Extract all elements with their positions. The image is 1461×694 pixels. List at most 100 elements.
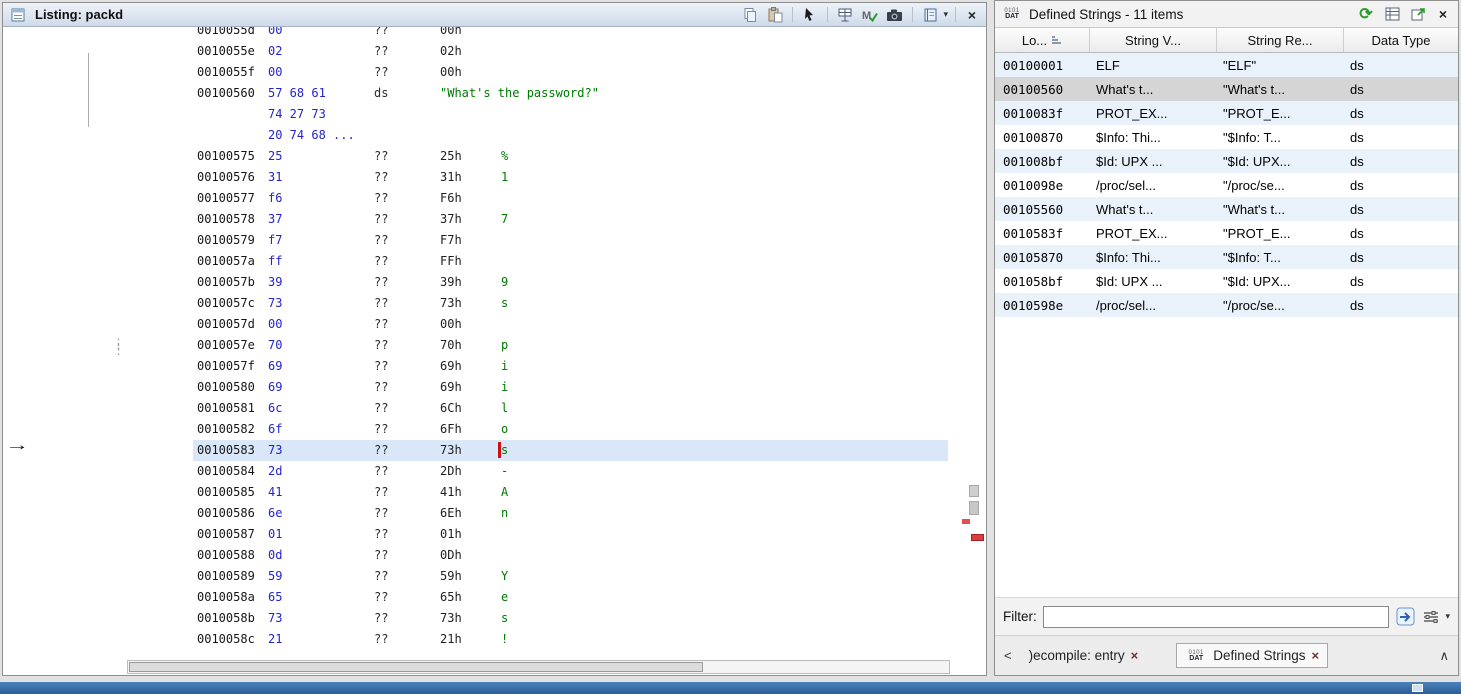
snapshot-camera-icon[interactable] <box>885 6 905 24</box>
strings-table-row[interactable]: 0010098e/proc/sel..."/proc/se...ds <box>995 173 1458 197</box>
strings-table-row[interactable]: 00105560What's t..."What's t...ds <box>995 197 1458 221</box>
pointer-icon[interactable] <box>800 6 820 24</box>
string-location: 00100001 <box>995 58 1090 73</box>
listing-operand: 01h <box>440 524 462 545</box>
strings-table-row[interactable]: 00105870$Info: Thi..."$Info: T...ds <box>995 245 1458 269</box>
listing-row[interactable]: 0010058701??01h <box>3 524 948 545</box>
listing-row[interactable]: 00100579f7??F7h <box>3 230 948 251</box>
horizontal-scrollbar-thumb[interactable] <box>129 662 703 672</box>
listing-row[interactable]: 0010057525??25h% <box>3 146 948 167</box>
taskbar-icon[interactable] <box>1412 684 1423 692</box>
field-layout-icon[interactable] <box>835 6 855 24</box>
chevron-down-icon[interactable]: ▾ <box>943 9 948 20</box>
listing-row[interactable]: 0010058a65??65he <box>3 587 948 608</box>
paste-icon[interactable] <box>765 6 785 24</box>
listing-row[interactable]: 0010057f69??69hi <box>3 356 948 377</box>
strings-table-row[interactable]: 00100870$Info: Thi..."$Info: T...ds <box>995 125 1458 149</box>
listing-row[interactable]: 0010058b73??73hs <box>3 608 948 629</box>
tab-defined-strings[interactable]: 0101 DAT Defined Strings × <box>1176 643 1328 668</box>
taskbar-strip[interactable] <box>0 682 1461 694</box>
table-view-icon[interactable] <box>1382 4 1402 24</box>
listing-mnemonic: ds <box>374 83 388 104</box>
listing-row[interactable]: 001005880d??0Dh <box>3 545 948 566</box>
listing-row[interactable]: 74 27 73 <box>3 104 948 125</box>
listing-content[interactable]: 0010055d00??00h0010055e02??02h0010055f00… <box>3 27 986 675</box>
strings-table-row[interactable]: 001058bf$Id: UPX ..."$Id: UPX...ds <box>995 269 1458 293</box>
listing-row[interactable]: 0010058c21??21h! <box>3 629 948 650</box>
overview-marker-gray[interactable] <box>969 501 979 515</box>
strings-table-row[interactable]: 0010598e/proc/sel..."/proc/se...ds <box>995 293 1458 317</box>
filter-input[interactable] <box>1043 606 1390 628</box>
listing-row[interactable]: 001005842d??2Dh- <box>3 461 948 482</box>
filter-options-icon[interactable] <box>1421 607 1441 627</box>
listing-row[interactable]: 00100577f6??F6h <box>3 188 948 209</box>
listing-operand: 65h <box>440 587 462 608</box>
listing-row[interactable]: 0010055d00??00h <box>3 27 948 41</box>
tab-close-icon[interactable]: × <box>1312 648 1320 663</box>
listing-row[interactable]: 0010056057 68 61ds"What's the password?" <box>3 83 948 104</box>
listing-row[interactable]: 0010055f00??00h <box>3 62 948 83</box>
tab-decompile-entry[interactable]: )ecompile: entry × <box>1021 644 1147 667</box>
listing-bytes: 00 <box>268 27 282 41</box>
listing-row[interactable]: 0010058069??69hi <box>3 377 948 398</box>
listing-row[interactable]: 0010057aff??FFh <box>3 251 948 272</box>
string-data-type: ds <box>1344 106 1458 121</box>
strings-table-row[interactable]: 0010583fPROT_EX..."PROT_E...ds <box>995 221 1458 245</box>
listing-mnemonic: ?? <box>374 314 388 335</box>
tab-scroll-left-icon[interactable]: < <box>1001 648 1015 663</box>
tab-close-icon[interactable]: × <box>1131 648 1139 663</box>
listing-mnemonic: ?? <box>374 27 388 41</box>
listing-operand: 21h <box>440 629 462 650</box>
collapse-panel-icon[interactable]: ∧ <box>1436 648 1452 664</box>
overview-marker-red[interactable] <box>971 534 984 541</box>
listing-row[interactable]: 20 74 68 ... <box>3 125 948 146</box>
string-data-type: ds <box>1344 298 1458 313</box>
listing-row[interactable]: 0010057631??31h1 <box>3 167 948 188</box>
column-header-string-value[interactable]: String V... <box>1090 28 1217 52</box>
listing-address: 00100584 <box>197 461 255 482</box>
overview-marker-gray[interactable] <box>969 485 979 497</box>
close-icon[interactable]: × <box>963 7 981 23</box>
string-data-type: ds <box>1344 250 1458 265</box>
listing-operand: F7h <box>440 230 462 251</box>
listing-ascii-char: o <box>501 419 508 440</box>
strings-table-row[interactable]: 001008bf$Id: UPX ..."$Id: UPX...ds <box>995 149 1458 173</box>
column-header-location[interactable]: Lo... <box>995 28 1090 52</box>
string-location: 00105560 <box>995 202 1090 217</box>
overview-marker-red[interactable] <box>962 519 970 524</box>
horizontal-scrollbar[interactable] <box>127 660 950 674</box>
listing-row[interactable]: 0010057c73??73hs <box>3 293 948 314</box>
listing-row[interactable]: 0010057b39??39h9 <box>3 272 948 293</box>
column-header-data-type[interactable]: Data Type <box>1344 28 1458 52</box>
listing-row[interactable]: 0010058959??59hY <box>3 566 948 587</box>
export-icon[interactable] <box>1408 4 1428 24</box>
listing-operand: 02h <box>440 41 462 62</box>
listing-row[interactable]: 001005826f??6Fho <box>3 419 948 440</box>
listing-mnemonic: ?? <box>374 587 388 608</box>
column-header-string-representation[interactable]: String Re... <box>1217 28 1344 52</box>
refresh-icon[interactable]: ⟳ <box>1356 4 1376 24</box>
splitter-handle[interactable]: ⋮⋮ <box>112 341 125 353</box>
strings-table-row[interactable]: 0010083fPROT_EX..."PROT_E...ds <box>995 101 1458 125</box>
listing-bytes: 25 <box>268 146 282 167</box>
listing-row[interactable]: 0010057837??37h7 <box>3 209 948 230</box>
filter-apply-icon[interactable] <box>1395 607 1415 627</box>
listing-row[interactable]: 0010055e02??02h <box>3 41 948 62</box>
listing-row[interactable]: 001005816c??6Chl <box>3 398 948 419</box>
strings-table-row[interactable]: 00100560What's t..."What's t...ds <box>995 77 1458 101</box>
listing-row[interactable]: 0010058541??41hA <box>3 482 948 503</box>
listing-bytes: 02 <box>268 41 282 62</box>
listing-row[interactable]: 001005866e??6Ehn <box>3 503 948 524</box>
diff-view-icon[interactable]: M <box>860 6 880 24</box>
chevron-down-icon[interactable]: ▾ <box>1445 611 1450 622</box>
listing-address: 0010057e <box>197 335 255 356</box>
close-icon[interactable]: × <box>1434 6 1452 22</box>
strings-table-row[interactable]: 00100001ELF"ELF"ds <box>995 53 1458 77</box>
listing-operand: 00h <box>440 27 462 41</box>
listing-display-options-icon[interactable] <box>920 6 940 24</box>
listing-row[interactable]: 0010057d00??00h <box>3 314 948 335</box>
listing-row[interactable]: 0010058373??73hs <box>3 440 948 461</box>
listing-bytes: 41 <box>268 482 282 503</box>
copy-icon[interactable] <box>740 6 760 24</box>
listing-row[interactable]: 0010057e70??70hp <box>3 335 948 356</box>
